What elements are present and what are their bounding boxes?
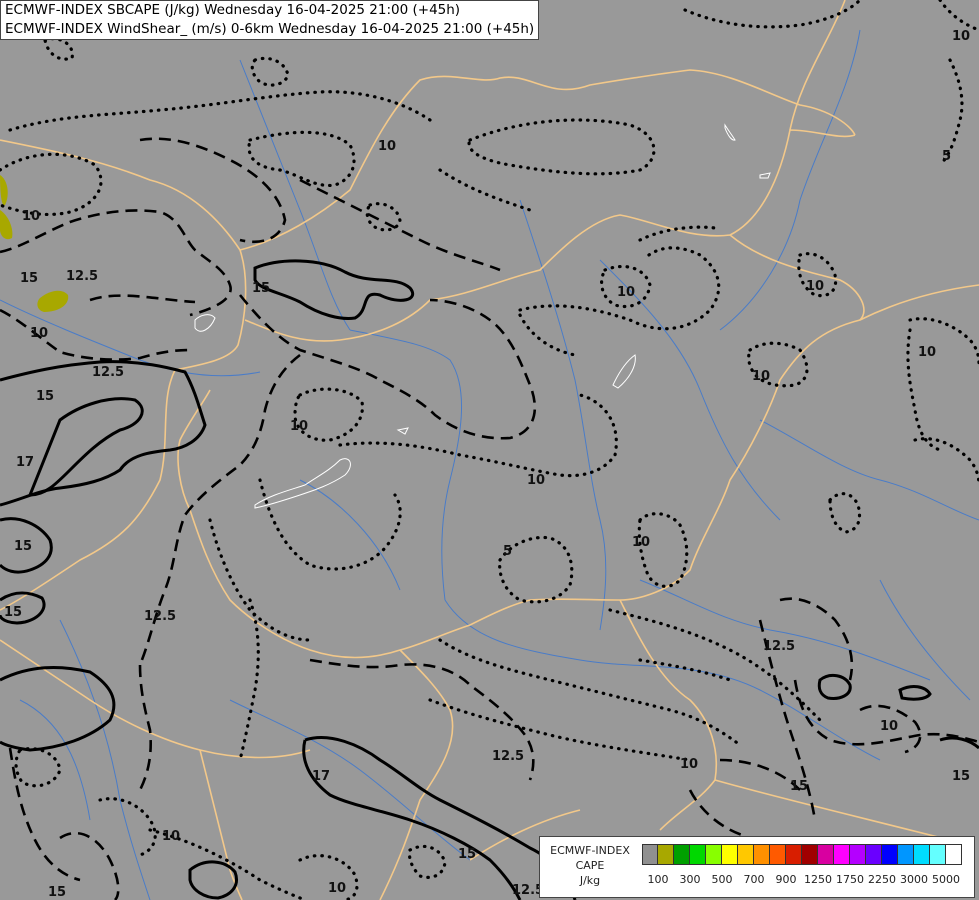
legend-swatch bbox=[674, 844, 690, 865]
legend-swatch bbox=[818, 844, 834, 865]
contour-label: 12.5 bbox=[763, 639, 795, 654]
contour-label: 10 bbox=[952, 29, 970, 44]
legend-swatch bbox=[690, 844, 706, 865]
legend-tick-label: 3000 bbox=[900, 873, 928, 886]
legend-swatch bbox=[834, 844, 850, 865]
contour-label: 10 bbox=[880, 719, 898, 734]
contour-label: 10 bbox=[527, 473, 545, 488]
contour-label: 10 bbox=[918, 345, 936, 360]
contour-label: 10 bbox=[30, 326, 48, 341]
legend-tick-label: 1250 bbox=[804, 873, 832, 886]
contour-label: 12.5 bbox=[492, 749, 524, 764]
legend-title: ECMWF-INDEX CAPE J/kg bbox=[542, 843, 638, 888]
contour-label: 15 bbox=[952, 769, 970, 784]
contour-label: 10 bbox=[162, 829, 180, 844]
legend-swatch bbox=[754, 844, 770, 865]
legend-ticks: 100 300 500 700 900 1250 1750 2250 3000 5000 bbox=[642, 873, 966, 889]
contour-label: 10 bbox=[290, 419, 308, 434]
legend-swatch bbox=[930, 844, 946, 865]
contour-label: 10 bbox=[680, 757, 698, 772]
legend-swatch bbox=[642, 844, 658, 865]
title-line-windshear: ECMWF-INDEX WindShear_ (m/s) 0-6km Wedne… bbox=[5, 21, 535, 37]
legend-unit: J/kg bbox=[579, 874, 601, 887]
contour-label: 10 bbox=[752, 369, 770, 384]
legend-tick-label: 5000 bbox=[932, 873, 960, 886]
legend-swatch bbox=[786, 844, 802, 865]
legend-model: ECMWF-INDEX bbox=[550, 844, 630, 857]
contour-label: 10 bbox=[632, 535, 650, 550]
contour-label: 15 bbox=[20, 271, 38, 286]
legend-swatch bbox=[658, 844, 674, 865]
contour-label: 12.5 bbox=[92, 365, 124, 380]
contour-label: 10 bbox=[378, 139, 396, 154]
legend-swatch bbox=[882, 844, 898, 865]
legend-tick-label: 2250 bbox=[868, 873, 896, 886]
legend-tick-label: 700 bbox=[743, 873, 765, 886]
contour-label: 12.5 bbox=[66, 269, 98, 284]
legend-swatch bbox=[850, 844, 866, 865]
legend-tick-label: 900 bbox=[775, 873, 797, 886]
legend-swatch bbox=[866, 844, 882, 865]
contour-label: 15 bbox=[4, 605, 22, 620]
legend-swatch bbox=[946, 844, 962, 865]
contour-label: 17 bbox=[16, 455, 34, 470]
contour-label: 15 bbox=[36, 389, 54, 404]
legend-swatch bbox=[738, 844, 754, 865]
legend-swatch bbox=[802, 844, 818, 865]
title-line-cape: ECMWF-INDEX SBCAPE (J/kg) Wednesday 16-0… bbox=[5, 2, 461, 18]
legend-swatch bbox=[706, 844, 722, 865]
contour-label: 15 bbox=[458, 847, 476, 862]
contour-label: 5 bbox=[942, 149, 951, 164]
contour-label: 10 bbox=[617, 285, 635, 300]
map-title-box: ECMWF-INDEX SBCAPE (J/kg) Wednesday 16-0… bbox=[0, 0, 540, 40]
contour-label: 12.5 bbox=[144, 609, 176, 624]
contour-label: 15 bbox=[790, 779, 808, 794]
legend-swatch bbox=[898, 844, 914, 865]
weather-map[interactable]: 10 10 15 12.5 10 15 12.5 15 17 10 10 10 … bbox=[0, 0, 979, 900]
contour-label: 10 bbox=[22, 209, 40, 224]
legend-color-scale bbox=[642, 844, 962, 865]
contour-label: 15 bbox=[48, 885, 66, 900]
legend-tick-label: 300 bbox=[679, 873, 701, 886]
legend-variable: CAPE bbox=[575, 859, 605, 872]
contour-label: 10 bbox=[328, 881, 346, 896]
legend-swatch bbox=[770, 844, 786, 865]
legend-swatch bbox=[914, 844, 930, 865]
contour-label: 10 bbox=[806, 279, 824, 294]
contour-label: 15 bbox=[252, 281, 270, 296]
cape-legend: ECMWF-INDEX CAPE J/kg 100 300 500 700 900 125… bbox=[539, 836, 975, 898]
contour-label: 5 bbox=[503, 544, 512, 559]
legend-tick-label: 500 bbox=[711, 873, 733, 886]
contour-label: 15 bbox=[14, 539, 32, 554]
legend-tick-label: 1750 bbox=[836, 873, 864, 886]
contour-label: 17 bbox=[312, 769, 330, 784]
legend-swatch bbox=[722, 844, 738, 865]
legend-tick-label: 100 bbox=[647, 873, 669, 886]
